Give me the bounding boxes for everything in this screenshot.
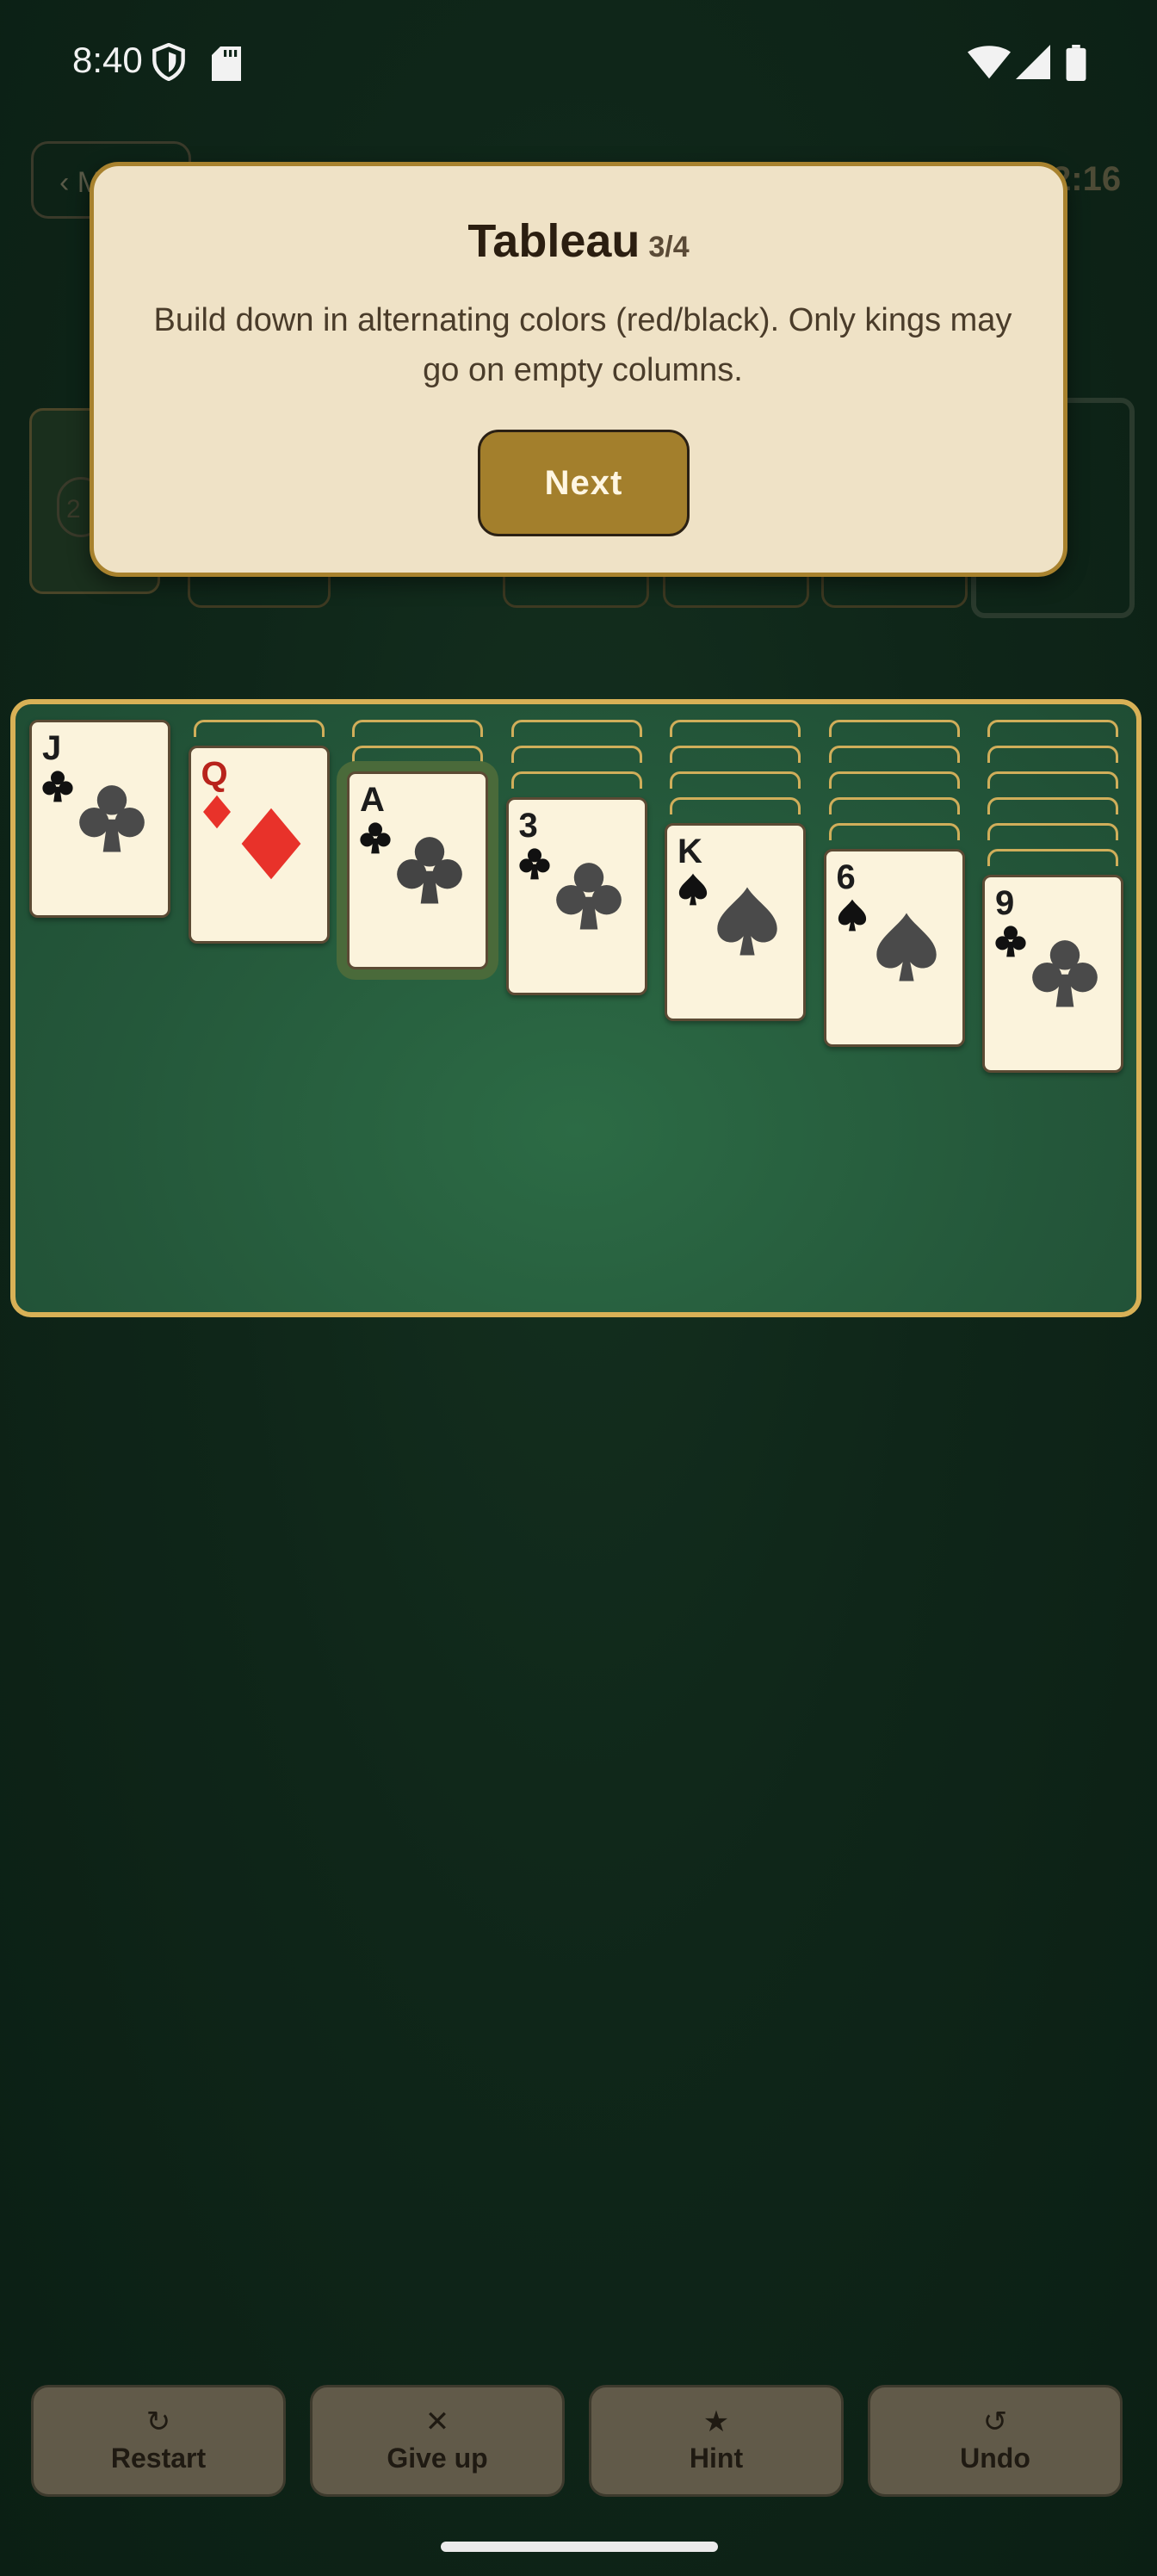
facedown-card — [987, 771, 1118, 789]
give-up-button[interactable]: ✕ Give up — [310, 2385, 565, 2497]
facedown-card — [670, 797, 801, 814]
tableau-area — [10, 699, 1142, 1317]
button-label: Give up — [387, 2443, 488, 2474]
tableau-card[interactable]: K — [665, 823, 806, 1021]
facedown-card — [987, 823, 1118, 840]
tutorial-dialog: Tableau 3/4 Build down in alternating col… — [90, 162, 1067, 577]
facedown-card — [352, 720, 483, 737]
battery-icon — [1066, 45, 1086, 81]
facedown-card — [510, 746, 642, 763]
tutorial-description: Build down in alternating colors (red/bl… — [153, 302, 1012, 388]
button-label: Undo — [960, 2443, 1030, 2474]
signal-icon — [1016, 45, 1050, 79]
tableau-card[interactable]: J — [29, 720, 170, 918]
clubs-icon — [42, 771, 73, 802]
facedown-card — [987, 797, 1118, 814]
tutorial-header: Tableau 3/4 — [94, 214, 1063, 268]
status-time: 8:40 — [72, 40, 143, 80]
close-icon: ✕ — [424, 2406, 450, 2438]
clubs-icon — [79, 785, 145, 852]
tableau-card[interactable]: A — [347, 771, 488, 969]
diamonds-icon — [202, 795, 231, 829]
card-rank: 3 — [518, 807, 538, 845]
clubs-icon — [555, 863, 622, 930]
diamonds-icon — [241, 808, 300, 880]
facedown-card — [987, 720, 1118, 737]
card-rank: Q — [201, 755, 228, 793]
hint-button[interactable]: ★ Hint — [589, 2385, 844, 2497]
tableau-card[interactable]: 6 — [823, 849, 965, 1047]
shield-icon — [152, 43, 185, 81]
clubs-icon — [360, 822, 391, 854]
card-rank: K — [677, 833, 702, 870]
undo-icon: ↺ — [982, 2406, 1008, 2438]
card-rank: J — [42, 729, 62, 767]
facedown-card — [352, 746, 483, 763]
facedown-card — [828, 720, 960, 737]
spades-icon — [678, 873, 708, 906]
facedown-card — [828, 797, 960, 814]
facedown-card — [828, 746, 960, 763]
tutorial-step-counter: 3/4 — [648, 231, 690, 263]
tableau-card[interactable]: 9 — [982, 875, 1123, 1073]
restart-button[interactable]: ↻ Restart — [31, 2385, 286, 2497]
facedown-card — [510, 720, 642, 737]
star-icon: ★ — [702, 2406, 730, 2438]
tutorial-title: Tableau — [467, 215, 640, 267]
card-rank: 9 — [995, 884, 1015, 922]
spades-icon — [717, 887, 777, 956]
facedown-card — [670, 746, 801, 763]
facedown-card — [670, 771, 801, 789]
clubs-icon — [397, 837, 462, 904]
facedown-card — [987, 746, 1118, 763]
clubs-icon — [995, 926, 1026, 957]
card-rank: 6 — [836, 858, 856, 896]
facedown-card — [828, 771, 960, 789]
facedown-card — [987, 849, 1118, 866]
facedown-card — [510, 771, 642, 789]
tableau-card[interactable]: 3 — [505, 797, 647, 995]
home-indicator[interactable] — [441, 2542, 718, 2552]
facedown-card — [828, 823, 960, 840]
spades-icon — [838, 899, 866, 932]
button-label: Hint — [689, 2443, 744, 2474]
wifi-icon — [968, 46, 1011, 79]
facedown-card — [670, 720, 801, 737]
facedown-card — [193, 720, 325, 737]
clubs-icon — [1032, 940, 1098, 1007]
button-label: Restart — [110, 2443, 207, 2474]
next-button[interactable]: Next — [478, 430, 690, 536]
card-rank: A — [360, 781, 385, 819]
tableau-card[interactable]: Q — [188, 746, 330, 944]
restart-icon: ↻ — [145, 2406, 171, 2438]
undo-button[interactable]: ↺ Undo — [868, 2385, 1123, 2497]
spades-icon — [875, 913, 937, 981]
sd-card-icon — [212, 46, 241, 81]
clubs-icon — [518, 848, 550, 880]
